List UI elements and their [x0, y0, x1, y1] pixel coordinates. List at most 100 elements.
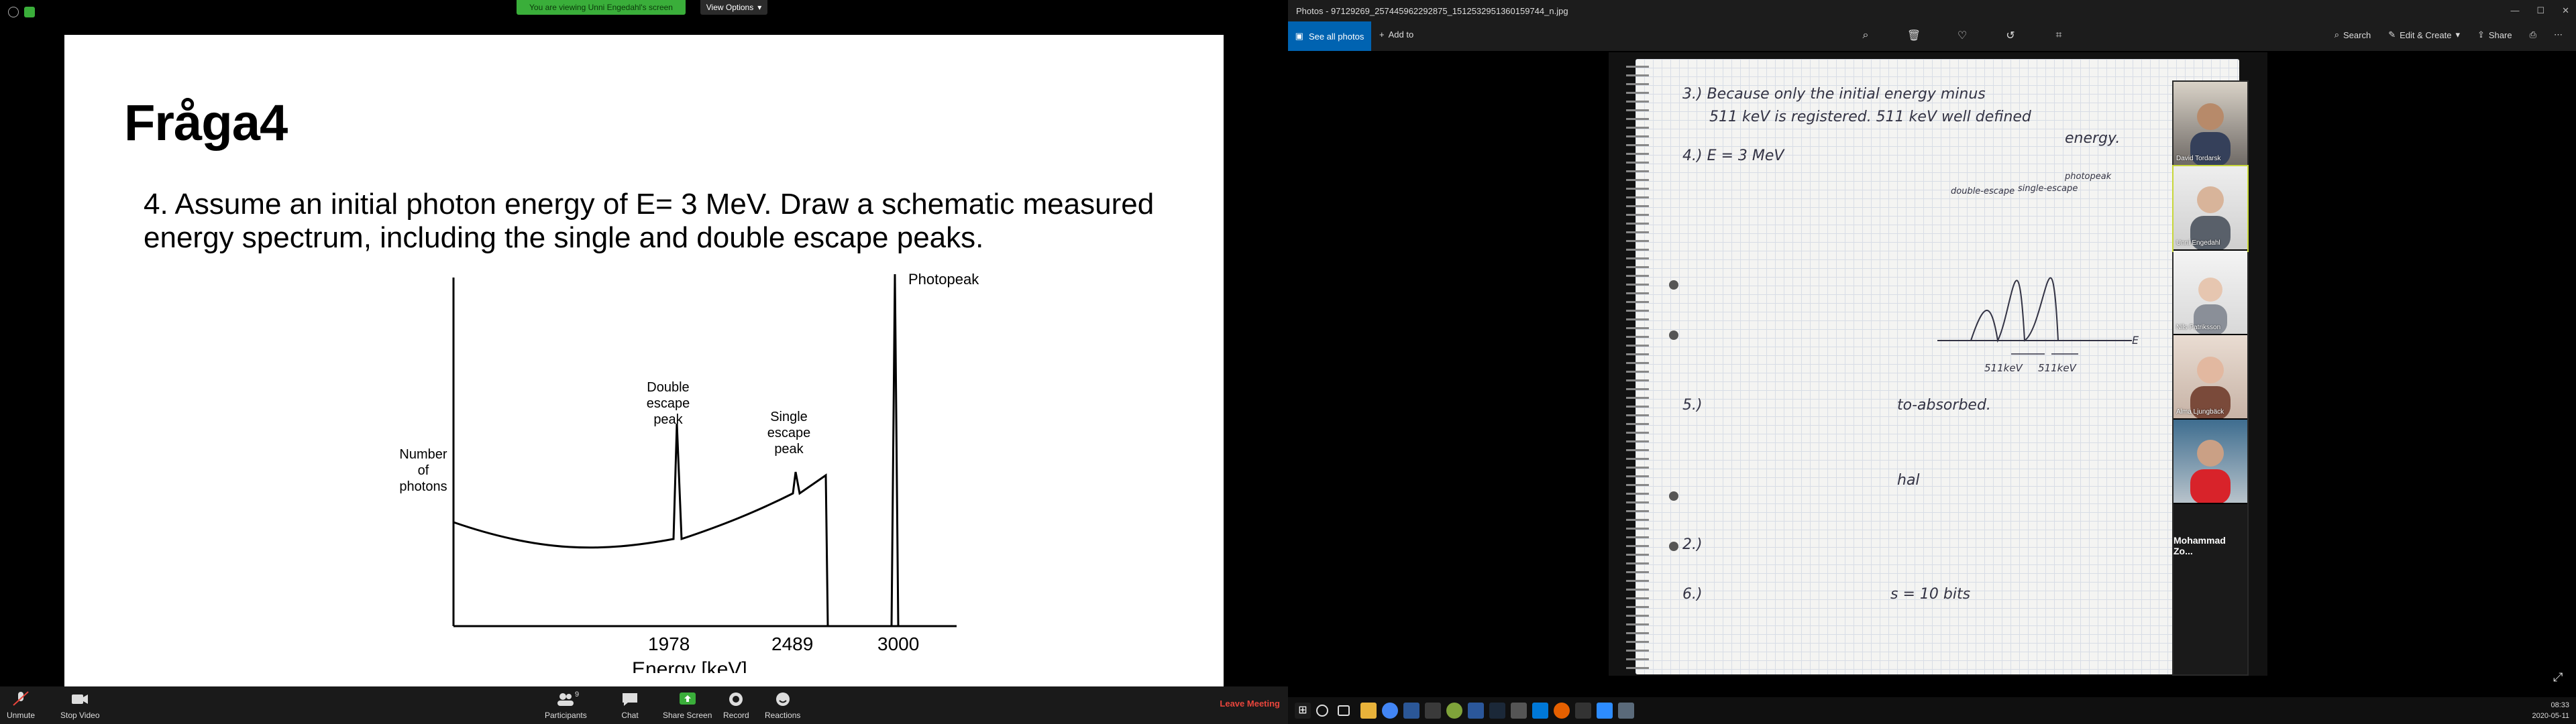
spiral-binding: [1626, 66, 1649, 669]
notebook-photo: 3.) Because only the initial energy minu…: [1609, 52, 2267, 676]
add-to-label: Add to: [1388, 29, 1414, 40]
energy-spectrum-chart: 1978 2489 3000 Energy [keV] Photopeak Do…: [399, 271, 979, 673]
record-button[interactable]: Record: [723, 690, 749, 720]
participant-tile[interactable]: David Tordarsk: [2174, 82, 2247, 166]
share-label: Share: [2488, 29, 2512, 40]
photos-window: Photos - 97129269_257445962292875_151253…: [1288, 0, 2576, 724]
share-screen-button[interactable]: Share Screen: [663, 690, 712, 720]
zoom-app-icon[interactable]: [1597, 703, 1613, 719]
edit-create-button[interactable]: ✎ Edit & Create ▾: [2388, 29, 2460, 40]
record-icon: [729, 692, 743, 706]
app-icon[interactable]: [1425, 703, 1441, 719]
info-icon[interactable]: [8, 7, 19, 17]
clock-time: 08:33: [2551, 701, 2569, 709]
tick-2489: 2489: [771, 634, 813, 654]
stop-video-button[interactable]: Stop Video: [60, 690, 100, 720]
participant-tile[interactable]: Nils Patriksson: [2174, 251, 2247, 335]
search-button[interactable]: ⌕ Search: [2334, 29, 2371, 40]
minimize-icon[interactable]: —: [2510, 5, 2519, 16]
punch-hole: [1669, 280, 1678, 290]
rotate-icon[interactable]: ↺: [2003, 28, 2018, 43]
photos-titlebar: Photos - 97129269_257445962292875_151253…: [1288, 0, 2576, 21]
see-all-photos-button[interactable]: ▣ See all photos: [1288, 21, 1371, 51]
clock-date: 2020-05-11: [2532, 712, 2569, 720]
cortana-icon[interactable]: [1316, 705, 1328, 717]
note-line: E: [2132, 334, 2139, 347]
windows-start-icon[interactable]: ⊞: [1295, 703, 1311, 719]
delete-icon[interactable]: 🗑: [1907, 28, 1921, 43]
share-screen-label: Share Screen: [663, 711, 712, 720]
chrome-icon[interactable]: [1382, 703, 1398, 719]
zoom-status-icons: [8, 7, 35, 17]
participant-tile-no-video[interactable]: Mohammad Zo...: [2174, 504, 2247, 587]
note-line: 511keV: [1984, 362, 2023, 374]
view-options-button[interactable]: View Options ▾: [700, 0, 767, 15]
add-to-button[interactable]: + Add to: [1379, 29, 1413, 40]
notebook-page: 3.) Because only the initial energy minu…: [1626, 59, 2239, 674]
note-line: s = 10 bits: [1890, 586, 1971, 603]
firefox-icon[interactable]: [1554, 703, 1570, 719]
chevron-down-icon: ▾: [757, 3, 762, 12]
zoom-video-gallery[interactable]: David Tordarsk Unni Engedahl Nils Patrik…: [2172, 80, 2249, 676]
see-all-label: See all photos: [1308, 31, 1364, 42]
photo-actions: ⌕ 🗑 ♡ ↺ ⌗: [1858, 28, 2066, 43]
app-icon[interactable]: [1532, 703, 1548, 719]
note-line: single-escape: [2018, 184, 2078, 194]
search-icon: ⌕: [2334, 29, 2340, 40]
participant-tile[interactable]: [2174, 420, 2247, 504]
zoom-window: You are viewing Unni Engedahl's screen V…: [0, 0, 1288, 724]
participant-video: [2190, 357, 2231, 418]
punch-hole: [1669, 491, 1678, 501]
print-icon[interactable]: ⎙: [2530, 29, 2536, 40]
task-view-icon[interactable]: [1338, 705, 1350, 716]
expand-icon[interactable]: ⤢: [2553, 670, 2568, 685]
word-icon[interactable]: [1468, 703, 1484, 719]
unmute-button[interactable]: Unmute: [7, 690, 35, 720]
app-icon[interactable]: [1618, 703, 1634, 719]
reactions-label: Reactions: [765, 711, 801, 720]
app-icon[interactable]: [1575, 703, 1591, 719]
participants-button[interactable]: Participants: [545, 690, 587, 720]
share-icon: ⇪: [2477, 29, 2485, 40]
punch-hole: [1669, 542, 1678, 551]
note-line: 3.) Because only the initial energy minu…: [1682, 86, 1986, 103]
chat-button[interactable]: Chat: [620, 690, 640, 720]
share-button[interactable]: ⇪ Share: [2477, 29, 2512, 40]
leave-meeting-button[interactable]: Leave Meeting: [1220, 699, 1280, 709]
lock-icon[interactable]: [24, 7, 35, 17]
app-icon[interactable]: [1446, 703, 1462, 719]
participant-tile[interactable]: Unni Engedahl: [2172, 165, 2249, 252]
participant-video: [2190, 186, 2231, 249]
close-icon[interactable]: ✕: [2562, 5, 2569, 16]
participant-name: Unni Engedahl: [2176, 239, 2220, 247]
annotation-single-escape: Single escape peak: [767, 410, 811, 457]
participants-icon: [557, 693, 574, 706]
shared-slide: Fråga4 4. Assume an initial photon energ…: [64, 35, 1224, 686]
note-line: 4.) E = 3 MeV: [1682, 147, 1784, 164]
share-screen-icon: [679, 692, 696, 705]
note-line: energy.: [2065, 130, 2121, 147]
window-title: Photos - 97129269_257445962292875_151253…: [1296, 5, 1568, 16]
steam-icon[interactable]: [1489, 703, 1505, 719]
microphone-muted-icon: [13, 691, 29, 706]
note-line: 511 keV is registered. 511 keV well defi…: [1709, 109, 2031, 125]
more-icon[interactable]: ⋯: [2554, 29, 2563, 40]
file-explorer-icon[interactable]: [1360, 703, 1377, 719]
note-line: to-absorbed.: [1897, 397, 1991, 414]
app-icon[interactable]: [1511, 703, 1527, 719]
windows-taskbar: ⊞ 08:33 2020-05-11: [1288, 697, 2576, 724]
system-clock[interactable]: 08:33 2020-05-11: [2532, 700, 2569, 721]
participant-tile[interactable]: Alma Ljungbäck: [2174, 335, 2247, 420]
zoom-icon[interactable]: ⌕: [1858, 28, 1873, 43]
note-line: hal: [1897, 472, 1920, 489]
maximize-icon[interactable]: ☐: [2536, 5, 2544, 16]
favorite-icon[interactable]: ♡: [1955, 28, 1970, 43]
reactions-button[interactable]: Reactions: [765, 690, 800, 720]
video-camera-icon: [72, 695, 89, 704]
crop-icon[interactable]: ⌗: [2051, 28, 2066, 43]
note-line: 2.): [1682, 536, 1703, 553]
record-label: Record: [723, 711, 749, 720]
photopeak-mark: [890, 274, 900, 627]
app-icon[interactable]: [1403, 703, 1419, 719]
participant-video: [2190, 103, 2231, 165]
